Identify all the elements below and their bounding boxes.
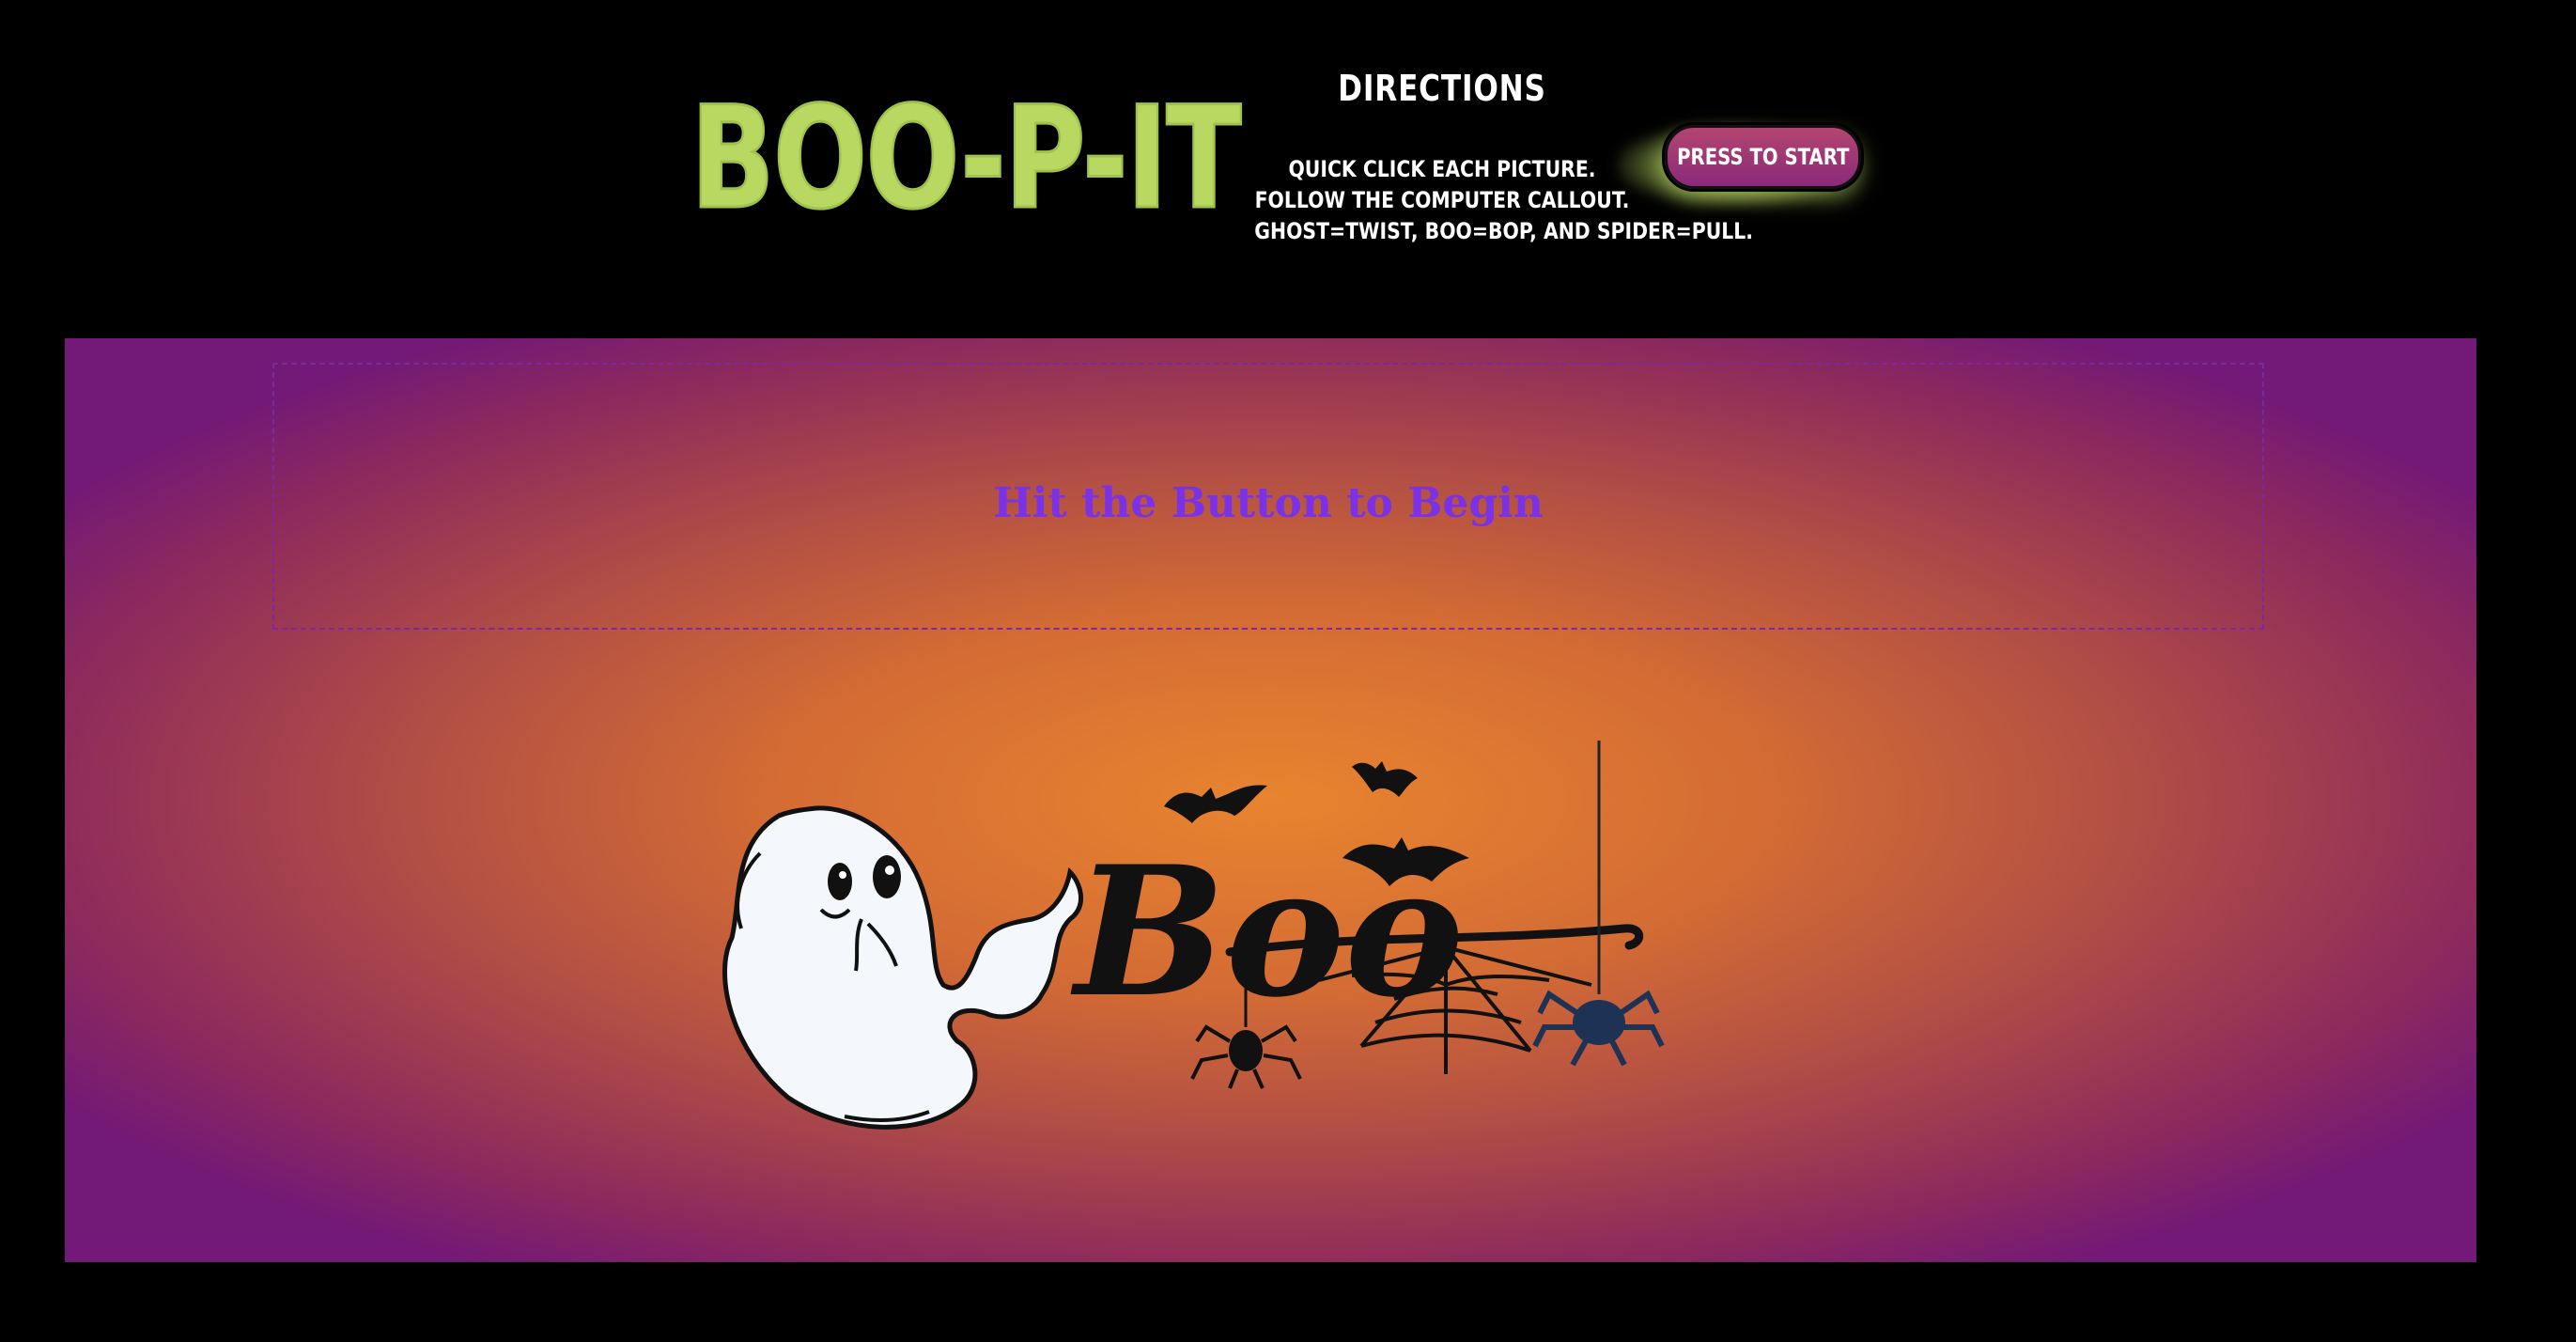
- directions-line-3: GHOST=TWIST, BOO=BOP, AND SPIDER=PULL.: [1254, 218, 1754, 244]
- boo-artwork: Boo: [704, 741, 1699, 1267]
- directions-line-1: QUICK CLICK EACH PICTURE.: [1288, 156, 1596, 182]
- game-area: Hit the Button to Begin Boo: [65, 338, 2476, 1262]
- game-logo: BOO-P-IT: [690, 66, 1245, 242]
- ghost-icon[interactable]: [722, 805, 1084, 1130]
- header: BOO-P-IT DIRECTIONS QUICK CLICK EACH PIC…: [0, 0, 2576, 320]
- callout-text: Hit the Button to Begin: [993, 479, 1544, 527]
- directions-panel: DIRECTIONS QUICK CLICK EACH PICTURE. FOL…: [1221, 68, 1754, 247]
- logo-text: BOO-P-IT: [691, 77, 1241, 241]
- start-button-label: PRESS TO START: [1676, 144, 1850, 170]
- start-button[interactable]: PRESS TO START: [1665, 125, 1861, 189]
- directions-line-2: FOLLOW THE COMPUTER CALLOUT.: [1254, 187, 1630, 213]
- spider-icon[interactable]: [1532, 741, 1665, 1067]
- game-page: BOO-P-IT DIRECTIONS QUICK CLICK EACH PIC…: [0, 0, 2576, 1342]
- callout-box: Hit the Button to Begin: [272, 363, 2264, 630]
- directions-title: DIRECTIONS: [1338, 68, 1546, 109]
